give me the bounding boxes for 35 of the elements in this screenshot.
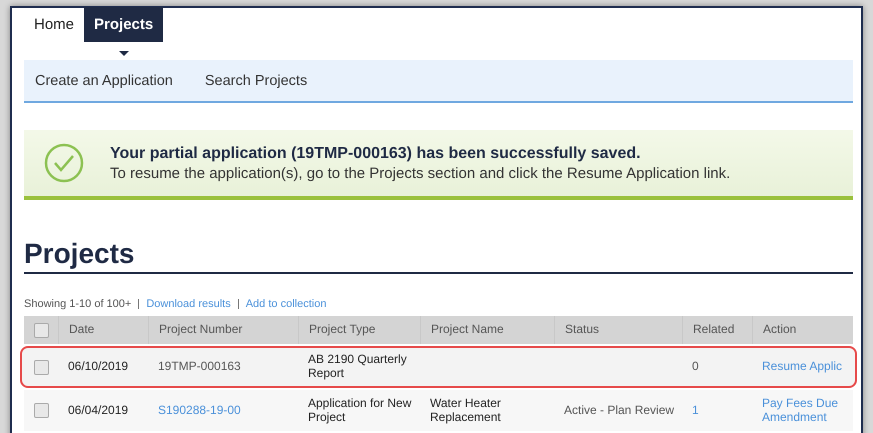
table-row[interactable]: 06/10/2019 19TMP-000163 AB 2190 Quarterly Report 0 Resume Applic — [22, 348, 855, 386]
checkbox[interactable] — [34, 322, 49, 338]
column-header[interactable]: Project Type — [309, 323, 376, 337]
table-cell: Application for New Project — [308, 396, 412, 424]
table-cell: Active - Plan Review — [564, 402, 674, 417]
subnav-link[interactable]: Search Projects — [204, 72, 308, 88]
column-header[interactable]: Status — [565, 323, 600, 337]
related-link[interactable]: 1 — [692, 402, 699, 417]
table-cell: 19TMP-000163 — [158, 359, 241, 374]
results-link[interactable]: Add to collection — [246, 298, 326, 310]
checkmark-icon — [44, 143, 84, 183]
column-header[interactable]: Related — [693, 323, 734, 337]
table-cell: AB 2190 Quarterly Report — [308, 352, 407, 380]
action-link[interactable]: Pay Fees Due Amendment — [762, 396, 851, 424]
column-header[interactable]: Project Name — [431, 323, 504, 337]
checkbox[interactable] — [34, 403, 49, 418]
results-link[interactable]: Download results — [146, 298, 231, 310]
checkbox[interactable] — [34, 360, 49, 374]
banner-message: To resume the application(s), go to the Projects section and click the Resume Application link. — [110, 164, 730, 182]
table-cell: Water Heater Replacement — [430, 396, 501, 424]
nav-tab[interactable]: Home — [24, 7, 84, 42]
nav-tab[interactable]: Projects — [84, 7, 164, 42]
subnav-link[interactable]: Create an Application — [35, 72, 173, 88]
table-cell: 06/04/2019 — [68, 402, 128, 417]
table-cell: 0 — [692, 359, 699, 374]
results-summary: Showing 1-10 of 100+ — [24, 298, 132, 310]
banner-title: Your partial application (19TMP-000163) has been successfully saved. — [110, 144, 642, 162]
column-header[interactable]: Project Number — [159, 323, 242, 337]
page-heading: Projects — [24, 238, 853, 274]
column-header[interactable]: Date — [69, 323, 94, 337]
action-link[interactable]: Resume Applic — [762, 360, 851, 374]
table-row[interactable]: 06/04/2019 S190288-19-00 Application for New Project Water Heater Replacement Active - Plan Review 1 Pay Fees Due Amendment — [24, 390, 853, 431]
project-link[interactable]: S190288-19-00 — [158, 402, 241, 417]
column-header[interactable]: Action — [763, 323, 796, 337]
table-cell: 06/10/2019 — [68, 359, 128, 374]
